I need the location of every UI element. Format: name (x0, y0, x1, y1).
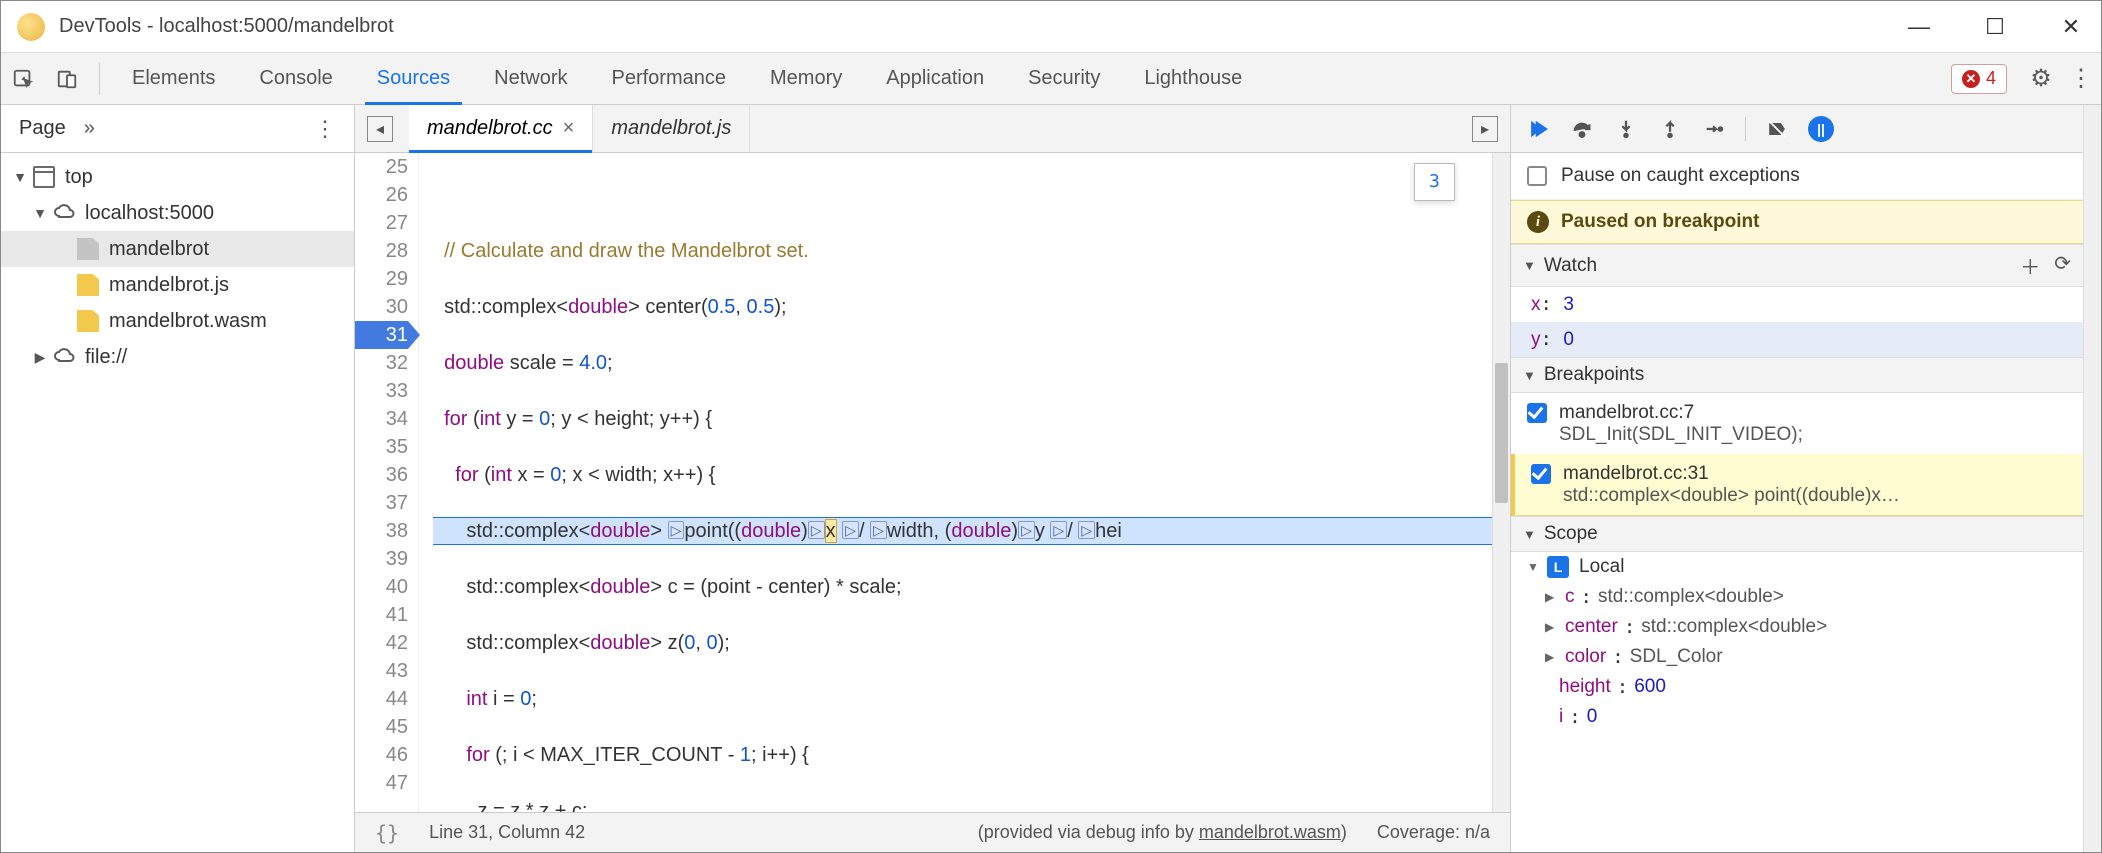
coverage-status: Coverage: n/a (1377, 822, 1490, 843)
pause-caught-label: Pause on caught exceptions (1561, 165, 1800, 187)
watch-row[interactable]: x: 3 (1511, 287, 2083, 322)
editor-pane: ◂ mandelbrot.cc × mandelbrot.js ▸ 252627… (355, 105, 1510, 852)
info-icon: i (1527, 211, 1549, 233)
cloud-icon (53, 346, 75, 368)
devtools-app-icon (17, 13, 45, 41)
step-icon[interactable] (1697, 112, 1731, 146)
navigator-more-tabs-icon[interactable]: » (84, 117, 95, 140)
line-gutter[interactable]: 252627282930 31 323334353637383940414243… (355, 153, 419, 812)
tab-application[interactable]: Application (864, 53, 1006, 104)
breakpoint-row[interactable]: mandelbrot.cc:31std::complex<double> poi… (1511, 454, 2083, 516)
settings-icon[interactable]: ⚙ (2021, 64, 2061, 93)
navigator-tab-page[interactable]: Page (19, 117, 66, 140)
close-tab-icon[interactable]: × (563, 117, 575, 140)
nav-prev-icon[interactable]: ◂ (367, 116, 393, 142)
editor-tabbar: ◂ mandelbrot.cc × mandelbrot.js ▸ (355, 105, 1510, 153)
tab-security[interactable]: Security (1006, 53, 1122, 104)
step-into-icon[interactable] (1609, 112, 1643, 146)
deactivate-breakpoints-icon[interactable] (1760, 112, 1794, 146)
hover-value-tooltip: 3 (1414, 163, 1455, 201)
code-area[interactable]: // Calculate and draw the Mandelbrot set… (419, 153, 1492, 812)
tree-origin[interactable]: ▼ localhost:5000 (1, 195, 354, 231)
frame-icon (33, 166, 55, 188)
error-count: 4 (1986, 68, 1996, 89)
cloud-icon (53, 202, 75, 224)
refresh-watch-icon[interactable]: ⟳ (2054, 251, 2071, 280)
tab-memory[interactable]: Memory (748, 53, 864, 104)
debugger-pane: || Pause on caught exceptions i Paused o… (1510, 105, 2083, 852)
resume-icon[interactable] (1521, 112, 1555, 146)
error-count-badge[interactable]: ✕ 4 (1951, 64, 2007, 94)
watch-row[interactable]: y: 0 (1511, 322, 2083, 357)
error-icon: ✕ (1962, 70, 1980, 88)
breakpoint-row[interactable]: mandelbrot.cc:7SDL_Init(SDL_INIT_VIDEO); (1511, 393, 2083, 454)
debugger-scrollbar[interactable] (2083, 105, 2101, 852)
pause-caught-checkbox[interactable] (1527, 166, 1547, 186)
pause-on-exceptions-icon[interactable]: || (1808, 116, 1834, 142)
file-icon (77, 238, 99, 260)
navigator-sidebar: Page » ⋮ ▼ top ▼ localhost:5000 mandelbr… (1, 105, 355, 852)
breakpoint-checkbox[interactable] (1531, 464, 1551, 484)
tree-file-mandelbrot-js[interactable]: mandelbrot.js (1, 267, 354, 303)
cursor-position: Line 31, Column 42 (429, 822, 585, 843)
tab-elements[interactable]: Elements (110, 53, 237, 104)
debug-info-source: (provided via debug info by mandelbrot.w… (978, 822, 1347, 843)
scope-var[interactable]: ▶color: SDL_Color (1511, 642, 2083, 672)
add-watch-icon[interactable]: ＋ (2020, 251, 2040, 280)
watch-section-header[interactable]: ▼Watch ＋ ⟳ (1511, 244, 2083, 287)
breakpoints-section-header[interactable]: ▼Breakpoints (1511, 357, 2083, 393)
tab-performance[interactable]: Performance (590, 53, 749, 104)
tab-sources[interactable]: Sources (355, 53, 472, 104)
paused-banner: i Paused on breakpoint (1511, 200, 2083, 244)
pretty-print-icon[interactable]: {} (375, 821, 399, 845)
breakpoint-checkbox[interactable] (1527, 403, 1547, 423)
editor-statusbar: {} Line 31, Column 42 (provided via debu… (355, 812, 1510, 852)
debug-info-link[interactable]: mandelbrot.wasm (1199, 822, 1341, 842)
tree-file-origin[interactable]: ▶ file:// (1, 339, 354, 375)
tree-file-mandelbrot-wasm[interactable]: mandelbrot.wasm (1, 303, 354, 339)
tab-console[interactable]: Console (237, 53, 354, 104)
panel-tabs: Elements Console Sources Network Perform… (110, 53, 1264, 104)
tree-top-frame[interactable]: ▼ top (1, 159, 354, 195)
close-button[interactable]: ✕ (2057, 14, 2085, 40)
editor-scrollbar[interactable] (1492, 153, 1510, 812)
editor-tab-mandelbrot-js[interactable]: mandelbrot.js (593, 105, 750, 152)
tab-network[interactable]: Network (472, 53, 589, 104)
file-icon (77, 310, 99, 332)
file-tree: ▼ top ▼ localhost:5000 mandelbrot mandel… (1, 153, 354, 852)
file-icon (77, 274, 99, 296)
tree-file-mandelbrot[interactable]: mandelbrot (1, 231, 354, 267)
scope-var[interactable]: ▶c: std::complex<double> (1511, 582, 2083, 612)
maximize-button[interactable]: ☐ (1981, 14, 2009, 40)
scope-var[interactable]: ▶center: std::complex<double> (1511, 612, 2083, 642)
inspect-element-icon[interactable] (1, 53, 45, 104)
scope-var[interactable]: i: 0 (1511, 702, 2083, 732)
more-menu-icon[interactable]: ⋮ (2061, 64, 2101, 93)
step-over-icon[interactable] (1565, 112, 1599, 146)
minimize-button[interactable]: — (1905, 14, 1933, 40)
device-toggle-icon[interactable] (45, 53, 89, 104)
scope-group[interactable]: ▼LLocal (1511, 552, 2083, 582)
navigator-menu-icon[interactable]: ⋮ (314, 116, 336, 142)
titlebar: DevTools - localhost:5000/mandelbrot — ☐… (1, 1, 2101, 53)
nav-next-icon[interactable]: ▸ (1472, 116, 1498, 142)
scope-var[interactable]: height: 600 (1511, 672, 2083, 702)
panel-toolbar: Elements Console Sources Network Perform… (1, 53, 2101, 105)
scope-section-header[interactable]: ▼Scope (1511, 516, 2083, 552)
tab-lighthouse[interactable]: Lighthouse (1122, 53, 1264, 104)
step-out-icon[interactable] (1653, 112, 1687, 146)
window-title: DevTools - localhost:5000/mandelbrot (59, 15, 394, 38)
editor-tab-mandelbrot-cc[interactable]: mandelbrot.cc × (409, 105, 593, 152)
